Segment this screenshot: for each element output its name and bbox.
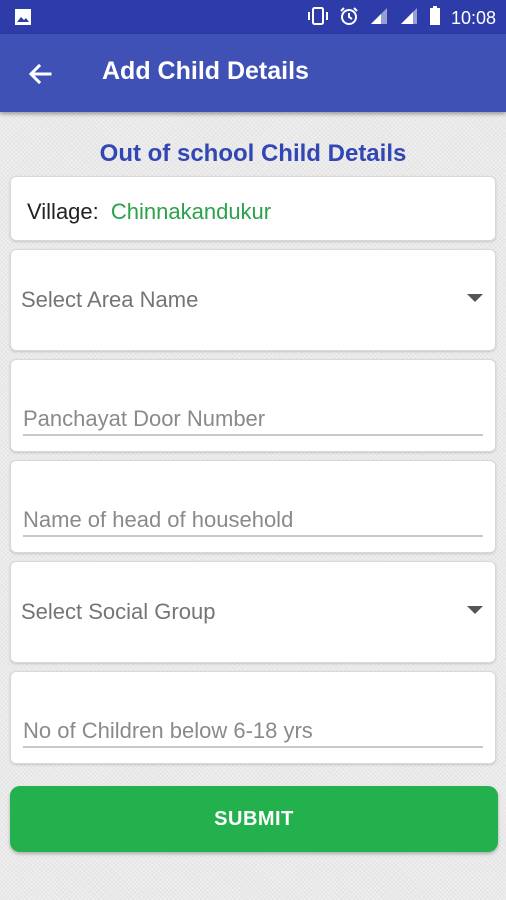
page-title: Add Child Details [102,57,309,85]
village-value: Chinnakandukur [110,199,272,224]
social-group-select-text: Select Social Group [21,599,216,624]
head-of-household-field [23,499,483,537]
submit-button[interactable]: SUBMIT [10,786,498,852]
door-number-card [10,359,496,452]
image-icon [14,8,32,30]
area-name-select[interactable]: Select Area Name [10,249,496,351]
chevron-down-icon [467,606,483,614]
head-of-household-card [10,460,496,553]
village-label: Village: [27,199,99,224]
area-name-select-text: Select Area Name [21,287,199,312]
social-group-select[interactable]: Select Social Group [10,561,496,663]
section-title: Out of school Child Details [99,140,407,167]
children-count-input[interactable] [23,718,483,744]
head-of-household-input[interactable] [23,507,483,533]
signal-icon [369,6,389,30]
arrow-left-icon[interactable] [26,60,54,88]
alarm-icon [339,6,359,30]
children-count-field [23,710,483,748]
village-card: Village: Chinnakandukur [10,176,496,241]
children-count-card [10,671,496,764]
vibrate-icon [307,6,329,30]
status-time: 10:08 [450,7,496,28]
chevron-down-icon [467,294,483,302]
signal-icon [399,6,419,30]
door-number-field [23,398,483,436]
battery-icon [429,6,441,30]
app-bar: Add Child Details [0,34,506,112]
status-bar: 10:08 [0,0,506,34]
door-number-input[interactable] [23,406,483,432]
